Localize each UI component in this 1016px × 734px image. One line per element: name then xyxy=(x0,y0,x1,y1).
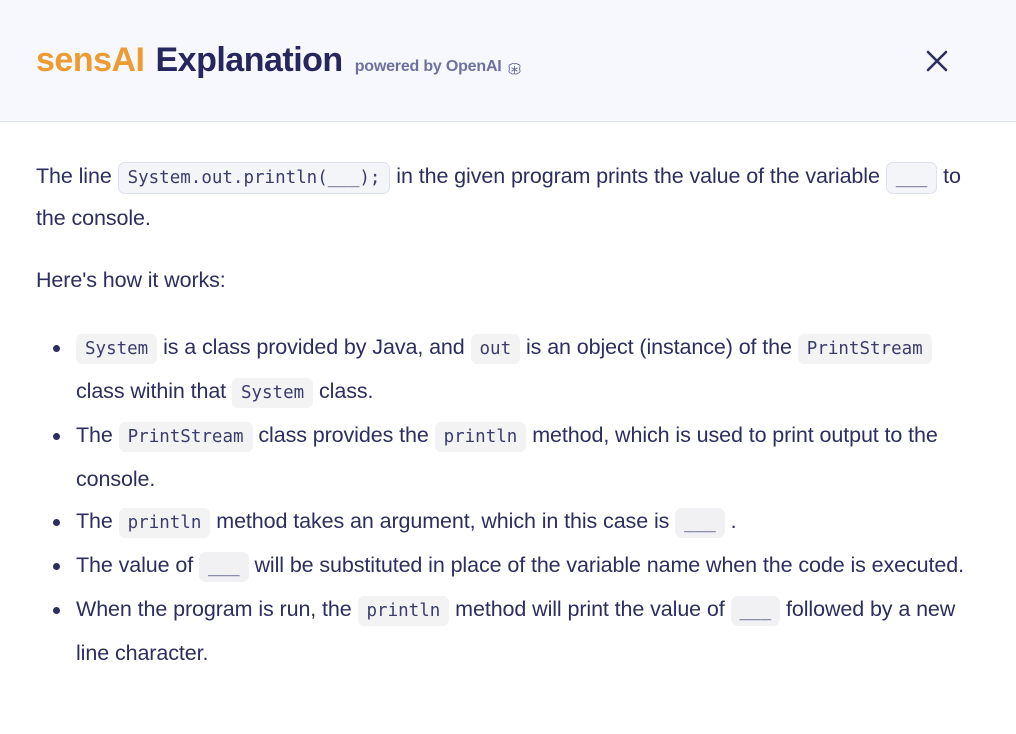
page-title-text: Explanation xyxy=(155,41,344,79)
bullet-text: class provides the xyxy=(252,423,435,447)
blank-placeholder: ___ xyxy=(730,596,781,626)
code-token-printstream: PrintStream xyxy=(797,334,932,364)
code-token-printstream: PrintStream xyxy=(118,422,253,452)
bullet-text: is an object (instance) of the xyxy=(520,335,798,359)
bullet-text: class. xyxy=(313,379,374,403)
list-item: The println method takes an argument, wh… xyxy=(36,500,980,544)
bullet-text: class within that xyxy=(76,379,232,403)
subheading: Here's how it works: xyxy=(36,268,226,292)
code-token-system: System xyxy=(231,378,314,408)
intro-text-1: The line xyxy=(36,164,118,188)
code-token-system: System xyxy=(76,334,158,364)
list-item: The value of ___ will be substituted in … xyxy=(36,544,980,588)
code-token-println: println xyxy=(357,596,450,626)
openai-logo-icon xyxy=(507,62,522,77)
blank-placeholder: ___ xyxy=(885,162,938,194)
list-item: When the program is run, the println met… xyxy=(36,588,980,674)
code-snippet-println-line: System.out.println(___); xyxy=(117,162,391,194)
bullet-text: The value of xyxy=(76,553,199,577)
bullet-text: The xyxy=(76,509,119,533)
bullet-text: The xyxy=(76,423,119,447)
close-button[interactable] xyxy=(918,42,956,80)
bullet-text: method will print the value of xyxy=(449,597,731,621)
powered-by-text: powered by OpenAI xyxy=(354,58,502,75)
powered-by-label: powered by OpenAI xyxy=(355,58,522,76)
close-icon xyxy=(924,48,950,74)
explanation-bullet-list: System is a class provided by Java, and … xyxy=(36,326,980,674)
bullet-text: is a class provided by Java, and xyxy=(157,335,471,359)
blank-placeholder: ___ xyxy=(199,552,249,582)
explanation-body: The line System.out.println(___); in the… xyxy=(0,122,1016,674)
code-token-println: println xyxy=(434,422,527,452)
bullet-text: . xyxy=(724,509,737,533)
modal-header: sensAI Explanation powered by OpenAI xyxy=(0,0,1016,122)
page-title: sensAI Explanation powered by OpenAI xyxy=(36,41,522,80)
code-token-out: out xyxy=(470,334,521,364)
brand-name: sensAI xyxy=(36,41,145,79)
code-token-println: println xyxy=(118,508,211,538)
list-item: The PrintStream class provides the print… xyxy=(36,414,980,500)
intro-paragraph: The line System.out.println(___); in the… xyxy=(36,156,980,238)
bullet-text: When the program is run, the xyxy=(76,597,358,621)
blank-placeholder: ___ xyxy=(675,508,725,538)
intro-text-2: in the given program prints the value of… xyxy=(390,164,886,188)
bullet-text: method takes an argument, which in this … xyxy=(210,509,676,533)
list-item: System is a class provided by Java, and … xyxy=(36,326,980,414)
bullet-text: will be substituted in place of the vari… xyxy=(248,553,964,577)
